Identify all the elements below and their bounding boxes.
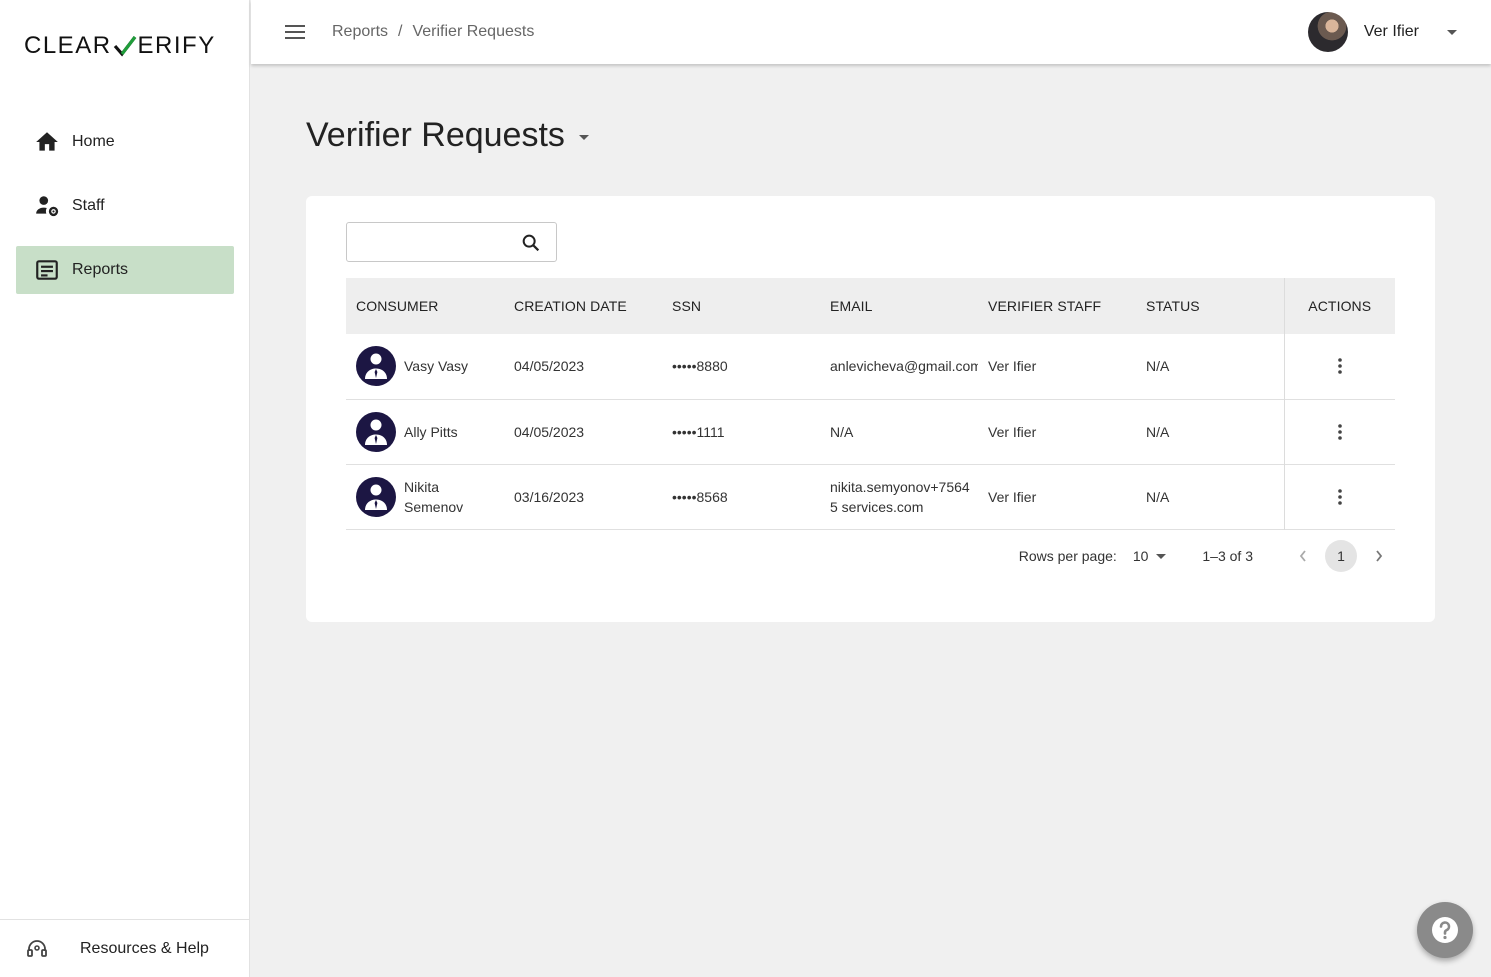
reports-icon: [34, 257, 60, 283]
help-label: Resources & Help: [80, 939, 209, 957]
user-menu[interactable]: Ver Ifier: [1307, 12, 1457, 52]
breadcrumb: Reports / Verifier Requests: [332, 23, 534, 41]
page-title: Verifier Requests: [306, 116, 565, 154]
status: N/A: [1146, 488, 1170, 505]
creation-date: 04/05/2023: [514, 423, 585, 440]
column-header-email[interactable]: EMAIL: [820, 278, 978, 334]
table-row[interactable]: Vasy Vasy 04/05/2023 •••••8880 anleviche…: [346, 334, 1395, 399]
more-actions-icon[interactable]: [1328, 420, 1352, 444]
staff-gear-icon: [34, 193, 60, 219]
search-input[interactable]: [357, 231, 507, 253]
requests-card: CONSUMER CREATION DATE SSN EMAIL VERIFIE…: [306, 196, 1435, 622]
column-header-ssn[interactable]: SSN: [662, 278, 820, 334]
verifier-staff: Ver Ifier: [988, 423, 1037, 440]
breadcrumb-separator: /: [398, 23, 403, 40]
rows-per-page-select[interactable]: 10: [1133, 548, 1167, 564]
email: N/A: [830, 423, 854, 440]
sidebar-item-reports[interactable]: Reports: [16, 246, 234, 294]
home-icon: [34, 129, 60, 155]
rows-per-page-value: 10: [1132, 548, 1149, 564]
user-name: Ver Ifier: [1363, 23, 1419, 40]
resources-help-link[interactable]: Resources & Help: [0, 919, 250, 977]
sidebar-item-staff[interactable]: Staff: [16, 182, 234, 230]
pagination-range: 1–3 of 3: [1202, 548, 1253, 564]
headset-help-icon: [24, 936, 50, 962]
user-avatar: [1307, 12, 1348, 52]
next-page-button[interactable]: [1363, 540, 1395, 572]
pagination: Rows per page: 10 1–3 of 3 1: [346, 536, 1395, 576]
page-title-group: Verifier Requests: [306, 116, 589, 155]
column-header-consumer[interactable]: CONSUMER: [346, 278, 504, 334]
column-header-status[interactable]: STATUS: [1136, 278, 1284, 334]
top-bar: Reports / Verifier Requests Ver Ifier: [251, 0, 1491, 64]
consumer-name: Nikita Semenov: [404, 478, 464, 515]
consumer-avatar-icon: [356, 346, 396, 387]
sidebar-nav: Home Staff Reports: [16, 118, 234, 310]
chevron-down-icon: [1156, 553, 1167, 559]
status: N/A: [1146, 358, 1170, 375]
ssn-masked: •••••1111: [672, 423, 725, 440]
breadcrumb-reports[interactable]: Reports: [332, 23, 388, 41]
email: anlevicheva@gmail.com: [830, 358, 978, 375]
sidebar-item-label: Staff: [72, 197, 105, 214]
consumer-name: Vasy Vasy: [404, 358, 469, 375]
creation-date: 03/16/2023: [514, 488, 585, 505]
question-mark-icon: [1432, 917, 1458, 943]
consumer-name: Ally Pitts: [404, 423, 458, 440]
title-dropdown-icon[interactable]: [578, 135, 589, 140]
chevron-down-icon: [1447, 29, 1457, 35]
more-actions-icon[interactable]: [1328, 485, 1352, 509]
requests-table: CONSUMER CREATION DATE SSN EMAIL VERIFIE…: [346, 278, 1395, 530]
checkmark-icon: [113, 36, 136, 57]
consumer-avatar-icon: [356, 476, 396, 517]
clearverify-logo[interactable]: CLEAR ERIFY: [24, 30, 216, 62]
verifier-staff: Ver Ifier: [988, 488, 1037, 505]
column-header-creation-date[interactable]: CREATION DATE: [504, 278, 662, 334]
chevron-left-icon: [1299, 550, 1306, 562]
help-fab-button[interactable]: [1417, 902, 1473, 958]
previous-page-button[interactable]: [1287, 540, 1319, 572]
logo-text-left: CLEAR: [24, 32, 112, 59]
creation-date: 04/05/2023: [514, 358, 585, 375]
sidebar-item-label: Reports: [72, 261, 129, 278]
email: nikita.semyonov+75645 services.com: [830, 478, 970, 515]
sidebar-item-home[interactable]: Home: [16, 118, 234, 166]
search-icon[interactable]: [520, 232, 542, 254]
column-header-verifier-staff[interactable]: VERIFIER STAFF: [978, 278, 1136, 334]
verifier-staff: Ver Ifier: [988, 358, 1037, 375]
chevron-right-icon: [1376, 550, 1383, 562]
hamburger-menu-icon[interactable]: [281, 18, 309, 46]
table-row[interactable]: Nikita Semenov 03/16/2023 •••••8568 niki…: [346, 464, 1395, 529]
rows-per-page-label: Rows per page:: [1018, 548, 1117, 564]
breadcrumb-current: Verifier Requests: [412, 23, 535, 40]
ssn-masked: •••••8880: [672, 358, 728, 375]
table-row[interactable]: Ally Pitts 04/05/2023 •••••1111 N/A Ver …: [346, 399, 1395, 464]
sidebar: CLEAR ERIFY Home Staff Reports Resources…: [0, 0, 250, 977]
search-box: [346, 222, 557, 262]
consumer-avatar-icon: [356, 411, 396, 452]
ssn-masked: •••••8568: [672, 488, 728, 505]
logo-text-right: ERIFY: [137, 32, 216, 59]
more-actions-icon[interactable]: [1328, 354, 1352, 378]
column-header-actions: ACTIONS: [1283, 278, 1395, 334]
status: N/A: [1146, 423, 1170, 440]
sidebar-item-label: Home: [72, 133, 115, 150]
page-number-button[interactable]: 1: [1325, 540, 1357, 572]
table-header-row: CONSUMER CREATION DATE SSN EMAIL VERIFIE…: [346, 278, 1395, 334]
